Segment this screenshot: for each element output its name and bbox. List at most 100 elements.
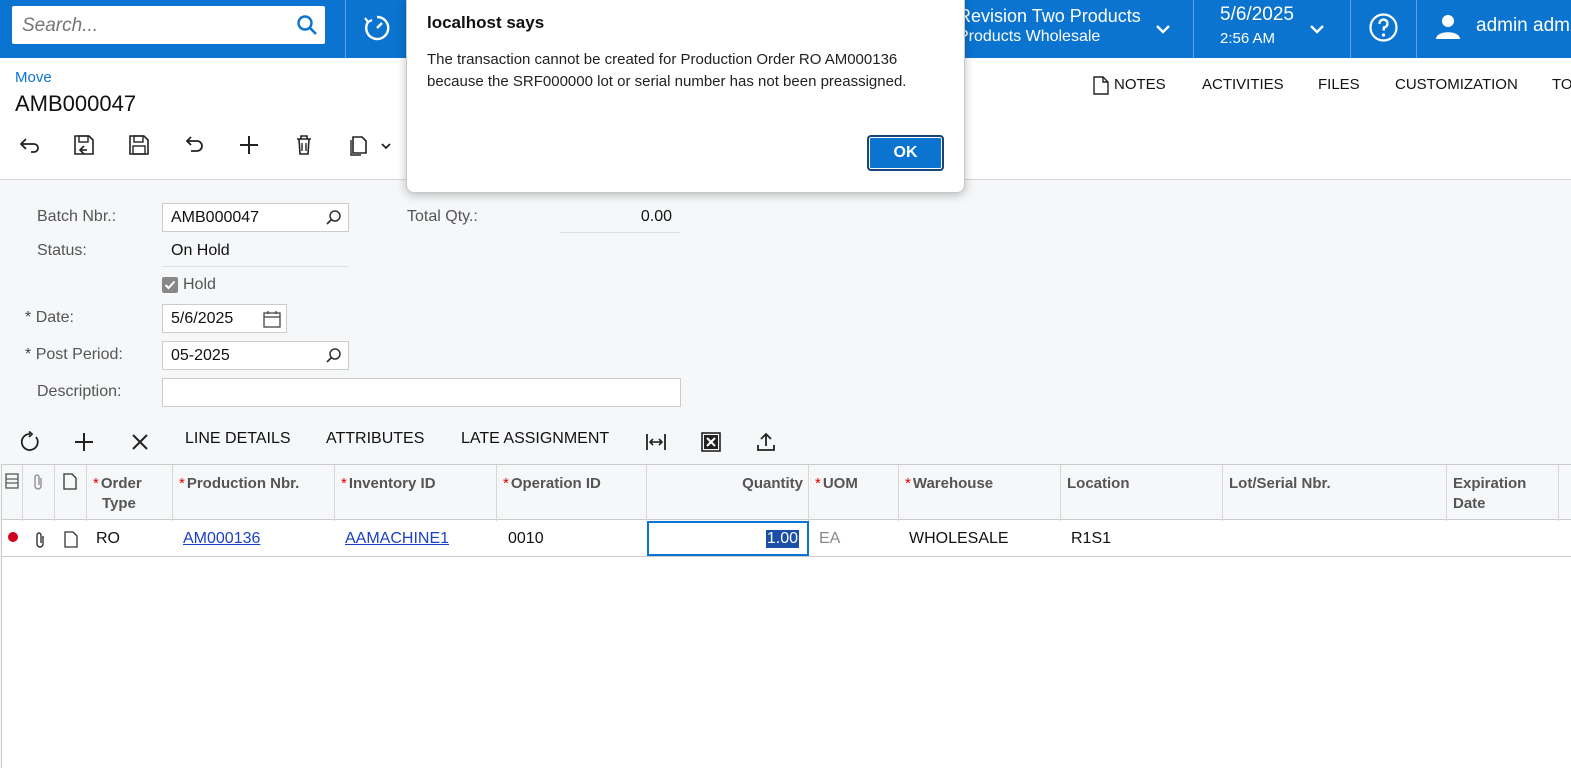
col-location[interactable]: Location (1061, 465, 1223, 521)
required-marker: * (503, 475, 509, 492)
hold-checkbox[interactable] (162, 277, 178, 293)
col-warehouse[interactable]: * Warehouse (899, 465, 1061, 521)
quantity-value: 1.00 (765, 530, 799, 548)
date-label-text: Date: (35, 309, 74, 326)
breadcrumb[interactable]: Move (15, 69, 52, 86)
status-label: Status: (37, 242, 87, 259)
branch-name: Products Wholesale (958, 28, 1101, 45)
back-icon[interactable] (17, 133, 41, 157)
batch-nbr-field[interactable]: AMB000047 (162, 203, 349, 232)
cell-warehouse[interactable]: WHOLESALE (909, 520, 1009, 557)
tools-button[interactable]: TOOLS (1552, 76, 1571, 93)
upload-icon[interactable] (755, 431, 777, 453)
files-button[interactable]: FILES (1318, 76, 1360, 93)
cell-uom[interactable]: EA (819, 520, 840, 557)
required-marker: * (25, 309, 32, 326)
company-switcher[interactable]: Revision Two Products Products Wholesale (958, 6, 1141, 46)
time-value: 2:56 AM (1220, 30, 1276, 47)
notes-icon[interactable] (1093, 76, 1109, 95)
batch-nbr-label: Batch Nbr.: (37, 208, 117, 225)
cell-production-nbr[interactable]: AM000136 (183, 520, 260, 557)
copy-paste-icon[interactable] (347, 133, 371, 157)
paperclip-icon (34, 474, 42, 490)
col-order-type[interactable]: * Order Type (87, 465, 173, 521)
late-assignment-button[interactable]: LATE ASSIGNMENT (461, 430, 609, 448)
user-name[interactable]: admin admin (1476, 15, 1571, 37)
customization-button[interactable]: CUSTOMIZATION (1395, 76, 1518, 93)
cell-operation-id[interactable]: 0010 (508, 520, 544, 557)
col-lot-serial[interactable]: Lot/Serial Nbr. (1223, 465, 1447, 521)
date-value: 5/6/2025 (1220, 4, 1294, 25)
col-quantity-label: Quantity (742, 475, 803, 492)
delete-row-icon[interactable] (129, 431, 151, 453)
calendar-icon[interactable] (262, 309, 282, 329)
attributes-button[interactable]: ATTRIBUTES (326, 430, 424, 448)
required-marker: * (25, 346, 32, 363)
cell-order-type[interactable]: RO (96, 520, 120, 557)
required-marker: * (905, 475, 911, 492)
col-warehouse-label: Warehouse (912, 475, 994, 492)
required-marker: * (341, 475, 347, 492)
cell-location[interactable]: R1S1 (1071, 520, 1111, 557)
excel-export-icon[interactable] (700, 431, 722, 453)
note-icon[interactable] (64, 531, 78, 548)
chevron-down-icon[interactable] (379, 139, 393, 153)
status-value: On Hold (162, 242, 349, 267)
topbar-divider (1193, 0, 1194, 58)
col-uom[interactable]: * UOM (809, 465, 899, 521)
chevron-down-icon[interactable] (1307, 19, 1327, 39)
recent-history-icon[interactable] (362, 13, 392, 43)
add-row-icon[interactable] (73, 431, 95, 453)
col-order-type-label: Order (100, 475, 142, 492)
note-icon (63, 473, 77, 490)
line-details-button[interactable]: LINE DETAILS (185, 430, 291, 448)
post-period-field[interactable]: 05-2025 (162, 341, 349, 370)
total-qty-label: Total Qty.: (407, 208, 478, 225)
col-inventory-id[interactable]: * Inventory ID (335, 465, 497, 521)
add-icon[interactable] (237, 133, 261, 157)
topbar-divider (1416, 0, 1417, 58)
delete-icon[interactable] (292, 133, 316, 157)
col-quantity[interactable]: Quantity (647, 465, 809, 521)
refresh-icon[interactable] (19, 431, 41, 453)
col-inventory-id-label: Inventory ID (348, 475, 436, 492)
quantity-input[interactable]: 1.00 (647, 521, 809, 556)
alert-dialog: localhost says The transaction cannot be… (406, 0, 965, 193)
lookup-icon[interactable] (324, 208, 344, 228)
user-icon[interactable] (1435, 13, 1461, 41)
lookup-icon[interactable] (324, 346, 344, 366)
undo-icon[interactable] (182, 133, 206, 157)
required-marker: * (179, 475, 185, 492)
search-input[interactable]: Search... (22, 15, 98, 37)
topbar-divider (345, 0, 346, 58)
business-date[interactable]: 5/6/2025 2:56 AM (1220, 4, 1294, 47)
post-period-label: * Post Period: (25, 346, 123, 364)
notes-button[interactable]: NOTES (1114, 76, 1166, 93)
save-icon[interactable] (127, 133, 151, 157)
col-partial (1559, 465, 1571, 521)
chevron-down-icon[interactable] (1153, 19, 1173, 39)
paperclip-icon[interactable] (33, 531, 47, 549)
column-selector[interactable] (2, 465, 23, 521)
description-field[interactable] (162, 378, 681, 407)
cell-inventory-id[interactable]: AAMACHINE1 (345, 520, 449, 557)
activities-button[interactable]: ACTIVITIES (1202, 76, 1284, 93)
col-production-nbr-label: Production Nbr. (186, 475, 300, 492)
col-expiration-date[interactable]: Expiration Date (1447, 465, 1559, 521)
search-box[interactable]: Search... (12, 6, 325, 44)
col-operation-id[interactable]: * Operation ID (497, 465, 647, 521)
col-production-nbr[interactable]: * Production Nbr. (173, 465, 335, 521)
row-selector-icon[interactable] (5, 473, 19, 489)
save-close-icon[interactable] (72, 133, 96, 157)
fit-columns-icon[interactable] (645, 431, 667, 453)
date-value: 5/6/2025 (171, 310, 234, 327)
date-field[interactable]: 5/6/2025 (162, 304, 287, 333)
col-expiration-label: Expiration (1453, 475, 1527, 492)
required-marker: * (93, 475, 99, 492)
help-icon[interactable] (1368, 12, 1399, 43)
ok-button[interactable]: OK (867, 135, 944, 171)
search-icon[interactable] (295, 13, 319, 37)
notes-column (55, 465, 87, 521)
topbar-divider (1350, 0, 1351, 58)
col-lot-serial-label: Lot/Serial Nbr. (1229, 475, 1331, 492)
